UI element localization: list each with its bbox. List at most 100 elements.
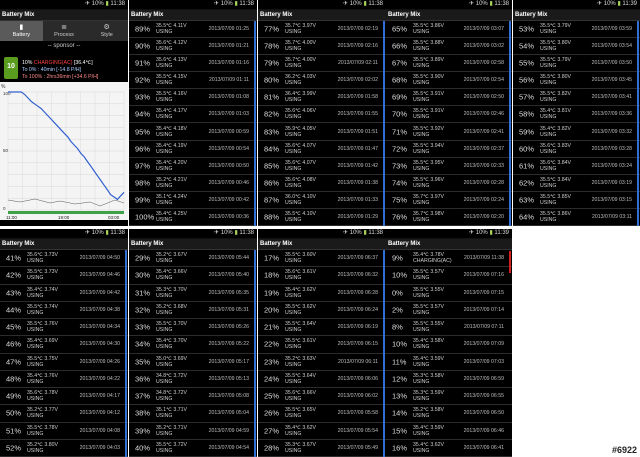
history-list[interactable]: 17% 35.5℃ 3.60V USING 2013/07/09 06:37 18… (258, 250, 386, 457)
list-item[interactable]: 33% 35.5℃ 3.70V USING 2013/07/09 05:26 (129, 319, 257, 337)
list-item[interactable]: 79% 35.7℃ 4.00V USING 2013/07/09 02:11 (258, 55, 386, 73)
list-item[interactable]: 54% 35.5℃ 3.80V USING 2013/07/09 03:54 (513, 38, 640, 56)
list-item[interactable]: 26% 35.5℃ 3.65V USING 2013/07/09 05:58 (258, 405, 386, 423)
list-item[interactable]: 83% 35.9℃ 4.05V USING 2013/07/09 01:51 (258, 123, 386, 141)
list-item[interactable]: 71% 35.5℃ 3.92V USING 2013/07/09 02:41 (386, 123, 512, 141)
list-item[interactable]: 53% 35.5℃ 3.79V USING 2013/07/09 03:59 (513, 21, 640, 39)
list-item[interactable]: 37% 34.8℃ 3.72V USING 2013/07/09 05:08 (129, 388, 257, 406)
list-item[interactable]: 8% 35.5℃ 3.55V USING 2013/07/09 07:11 (386, 319, 512, 337)
list-item[interactable]: 62% 35.5℃ 3.84V USING 2013/07/09 03:19 (513, 175, 640, 192)
scroll-indicator[interactable] (383, 21, 385, 226)
list-item[interactable]: 52% 35.2℃ 3.80V USING 2013/07/09 04:03 (0, 440, 128, 457)
list-item[interactable]: 0% 35.5℃ 3.55V USING 2013/07/09 07:15 (386, 285, 512, 302)
list-item[interactable]: 99% 35.1℃ 4.24V USING 2013/07/09 00:42 (129, 192, 257, 209)
list-item[interactable]: 82% 35.6℃ 4.06V USING 2013/07/09 01:55 (258, 106, 386, 124)
list-item[interactable]: 55% 35.5℃ 3.79V USING 2013/07/09 03:50 (513, 55, 640, 73)
history-list[interactable]: 65% 35.5℃ 3.86V USING 2013/07/09 03:07 66… (386, 21, 512, 226)
list-item[interactable]: 29% 35.2℃ 3.67V USING 2013/07/09 05:44 (129, 250, 257, 268)
list-item[interactable]: 9% 35.4℃ 3.78V CHARGING(AC) 2013/07/09 1… (386, 250, 512, 268)
list-item[interactable]: 80% 36.2℃ 4.03V USING 2013/07/09 02:02 (258, 72, 386, 90)
list-item[interactable]: 77% 35.7℃ 3.97V USING 2013/07/09 02:19 (258, 21, 386, 39)
list-item[interactable]: 100% 35.4℃ 4.25V USING 2013/07/09 00:36 (129, 209, 257, 226)
list-item[interactable]: 47% 35.5℃ 3.75V USING 2013/07/09 04:26 (0, 354, 128, 371)
list-item[interactable]: 64% 35.5℃ 3.86V USING 2013/07/09 03:11 (513, 209, 640, 226)
list-item[interactable]: 59% 35.4℃ 3.82V USING 2013/07/09 03:32 (513, 123, 640, 141)
list-item[interactable]: 98% 35.2℃ 4.21V USING 2013/07/09 00:46 (129, 175, 257, 192)
list-item[interactable]: 11% 35.4℃ 3.59V USING 2013/07/09 07:03 (386, 354, 512, 371)
list-item[interactable]: 86% 35.6℃ 4.08V USING 2013/07/09 01:38 (258, 175, 386, 192)
list-item[interactable]: 84% 35.6℃ 4.07V USING 2013/07/09 01:47 (258, 141, 386, 158)
list-item[interactable]: 63% 35.5℃ 3.85V USING 2013/07/09 03:15 (513, 192, 640, 209)
list-item[interactable]: 12% 35.3℃ 3.58V USING 2013/07/09 06:59 (386, 371, 512, 388)
list-item[interactable]: 75% 35.7℃ 3.97V USING 2013/07/09 02:24 (386, 192, 512, 209)
list-item[interactable]: 27% 35.4℃ 3.62V USING 2013/07/09 05:54 (258, 423, 386, 440)
list-item[interactable]: 30% 35.4℃ 3.66V USING 2013/07/09 05:40 (129, 267, 257, 285)
list-item[interactable]: 14% 35.2℃ 3.58V USING 2013/07/09 06:50 (386, 405, 512, 423)
list-item[interactable]: 78% 35.7℃ 4.00V USING 2013/07/09 02:16 (258, 38, 386, 56)
list-item[interactable]: 46% 35.4℃ 3.69V USING 2013/07/09 04:30 (0, 336, 128, 354)
list-item[interactable]: 73% 35.5℃ 3.95V USING 2013/07/09 02:33 (386, 158, 512, 175)
list-item[interactable]: 16% 35.4℃ 3.62V USING 2013/07/09 06:41 (386, 440, 512, 457)
scroll-indicator[interactable] (509, 21, 511, 226)
list-item[interactable]: 22% 35.5℃ 3.61V USING 2013/07/09 06:15 (258, 336, 386, 354)
list-item[interactable]: 76% 35.7℃ 3.98V USING 2013/07/09 02:20 (386, 209, 512, 226)
list-item[interactable]: 91% 35.6℃ 4.13V USING 2013/07/09 01:16 (129, 55, 257, 73)
list-item[interactable]: 66% 35.5℃ 3.88V USING 2013/07/09 03:02 (386, 38, 512, 56)
list-item[interactable]: 90% 35.6℃ 4.12V USING 2013/07/09 01:21 (129, 38, 257, 56)
list-item[interactable]: 87% 36.0℃ 4.10V USING 2013/07/09 01:33 (258, 192, 386, 209)
scroll-indicator[interactable] (637, 21, 639, 226)
list-item[interactable]: 48% 35.4℃ 3.76V USING 2013/07/09 04:22 (0, 371, 128, 388)
history-list[interactable]: 9% 35.4℃ 3.78V CHARGING(AC) 2013/07/09 1… (386, 250, 512, 457)
list-item[interactable]: 10% 35.4℃ 3.58V USING 2013/07/09 07:09 (386, 336, 512, 354)
list-item[interactable]: 89% 35.5℃ 4.11V USING 2013/07/09 01:25 (129, 21, 257, 39)
list-item[interactable]: 25% 35.6℃ 3.66V USING 2013/07/09 06:02 (258, 388, 386, 406)
scroll-indicator[interactable] (509, 251, 511, 273)
list-item[interactable]: 15% 35.4℃ 3.59V USING 2013/07/09 06:46 (386, 423, 512, 440)
list-item[interactable]: 18% 35.6℃ 3.61V USING 2013/07/09 06:32 (258, 267, 386, 285)
list-item[interactable]: 20% 35.5℃ 3.62V USING 2013/07/09 06:24 (258, 302, 386, 319)
list-item[interactable]: 43% 35.4℃ 3.74V USING 2013/07/09 04:42 (0, 285, 128, 302)
history-list[interactable]: 77% 35.7℃ 3.97V USING 2013/07/09 02:19 78… (258, 21, 386, 226)
history-list[interactable]: 29% 35.2℃ 3.67V USING 2013/07/09 05:44 30… (129, 250, 257, 457)
list-item[interactable]: 40% 35.5℃ 3.72V USING 2013/07/09 04:54 (129, 440, 257, 457)
tab-battery[interactable]: ▮ Battery (0, 21, 43, 41)
list-item[interactable]: 57% 35.5℃ 3.82V USING 2013/07/09 03:41 (513, 89, 640, 107)
list-item[interactable]: 28% 35.3℃ 3.67V USING 2013/07/09 05:49 (258, 440, 386, 457)
list-item[interactable]: 51% 35.5℃ 3.78V USING 2013/07/09 04:08 (0, 423, 128, 440)
sponsor-label[interactable]: -- sponsor -- (0, 43, 128, 49)
list-item[interactable]: 61% 35.6℃ 3.84V USING 2013/07/09 03:24 (513, 158, 640, 175)
list-item[interactable]: 65% 35.5℃ 3.86V USING 2013/07/09 03:07 (386, 21, 512, 39)
list-item[interactable]: 32% 35.2℃ 3.68V USING 2013/07/09 05:31 (129, 302, 257, 319)
list-item[interactable]: 74% 35.5℃ 3.96V USING 2013/07/09 02:28 (386, 175, 512, 192)
history-list[interactable]: 53% 35.5℃ 3.79V USING 2013/07/09 03:59 54… (513, 21, 640, 226)
list-item[interactable]: 85% 35.6℃ 4.07V USING 2013/07/09 01:42 (258, 158, 386, 175)
list-item[interactable]: 38% 35.1℃ 3.71V USING 2013/07/09 05:04 (129, 405, 257, 423)
list-item[interactable]: 19% 35.4℃ 3.62V USING 2013/07/09 06:28 (258, 285, 386, 302)
list-item[interactable]: 49% 35.6℃ 3.78V USING 2013/07/09 04:17 (0, 388, 128, 406)
list-item[interactable]: 2% 35.5℃ 3.57V USING 2013/07/09 07:14 (386, 302, 512, 319)
list-item[interactable]: 23% 35.2℃ 3.63V USING 2013/07/09 06:11 (258, 354, 386, 371)
list-item[interactable]: 41% 35.6℃ 3.73V USING 2013/07/09 04:50 (0, 250, 128, 268)
list-item[interactable]: 21% 35.5℃ 3.64V USING 2013/07/09 06:19 (258, 319, 386, 337)
list-item[interactable]: 45% 35.5℃ 3.76V USING 2013/07/09 04:34 (0, 319, 128, 337)
list-item[interactable]: 17% 35.5℃ 3.60V USING 2013/07/09 06:37 (258, 250, 386, 268)
list-item[interactable]: 50% 35.2℃ 3.77V USING 2013/07/09 04:12 (0, 405, 128, 423)
scroll-indicator[interactable] (125, 250, 127, 457)
list-item[interactable]: 92% 35.5℃ 4.15V USING 2013/07/09 01:11 (129, 72, 257, 90)
list-item[interactable]: 94% 35.4℃ 4.17V USING 2013/07/09 01:03 (129, 106, 257, 124)
list-item[interactable]: 81% 36.4℃ 3.99V USING 2013/07/09 01:58 (258, 89, 386, 107)
tab-style[interactable]: ⚙ Style (85, 21, 128, 41)
list-item[interactable]: 58% 35.4℃ 3.81V USING 2013/07/09 03:36 (513, 106, 640, 124)
list-item[interactable]: 93% 35.5℃ 4.16V USING 2013/07/09 01:08 (129, 89, 257, 107)
list-item[interactable]: 97% 35.4℃ 4.20V USING 2013/07/09 00:50 (129, 158, 257, 175)
list-item[interactable]: 35% 35.0℃ 3.69V USING 2013/07/09 05:17 (129, 354, 257, 371)
history-list[interactable]: 89% 35.5℃ 4.11V USING 2013/07/09 01:25 90… (129, 21, 257, 226)
list-item[interactable]: 24% 35.5℃ 3.64V USING 2013/07/09 06:06 (258, 371, 386, 388)
list-item[interactable]: 13% 35.3℃ 3.59V USING 2013/07/09 06:55 (386, 388, 512, 406)
list-item[interactable]: 42% 35.5℃ 3.73V USING 2013/07/09 04:46 (0, 267, 128, 285)
list-item[interactable]: 34% 35.4℃ 3.70V USING 2013/07/09 05:22 (129, 336, 257, 354)
history-list[interactable]: 41% 35.6℃ 3.73V USING 2013/07/09 04:50 42… (0, 250, 128, 457)
list-item[interactable]: 70% 35.5℃ 3.91V USING 2013/07/09 02:46 (386, 106, 512, 124)
list-item[interactable]: 31% 35.3℃ 3.70V USING 2013/07/09 05:35 (129, 285, 257, 302)
list-item[interactable]: 44% 35.5℃ 3.74V USING 2013/07/09 04:38 (0, 302, 128, 319)
